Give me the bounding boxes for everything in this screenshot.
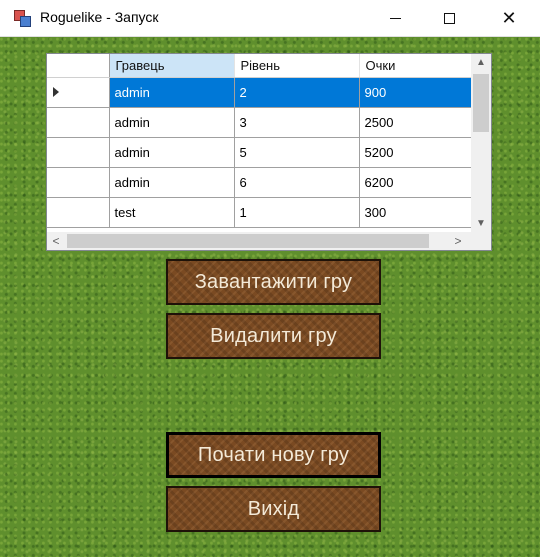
cell-score[interactable]: 900 [359, 77, 473, 108]
minimize-icon [389, 17, 401, 19]
cell-score[interactable]: 300 [359, 197, 473, 228]
cell-score[interactable]: 2500 [359, 107, 473, 138]
horizontal-scrollbar[interactable]: < > [47, 232, 471, 250]
cell-score[interactable]: 6200 [359, 167, 473, 198]
window-title: Roguelike - Запуск [40, 9, 159, 25]
load-game-button[interactable]: Завантажити гру [166, 259, 381, 305]
row-header[interactable] [47, 137, 110, 168]
scrollbar-corner [471, 232, 491, 250]
horizontal-scroll-thumb[interactable] [67, 234, 429, 248]
minimize-button[interactable] [372, 0, 418, 36]
table-row[interactable]: admin 2 900 [47, 77, 473, 108]
cell-level[interactable]: 5 [234, 137, 360, 168]
scroll-down-icon[interactable]: ▼ [471, 215, 491, 232]
app-icon [14, 10, 31, 27]
close-button[interactable]: ✕ [486, 0, 532, 36]
cell-player[interactable]: admin [109, 137, 235, 168]
vertical-scrollbar[interactable]: ▲ ▼ [471, 54, 491, 232]
scroll-right-icon[interactable]: > [449, 232, 467, 250]
maximize-button[interactable] [426, 0, 472, 36]
current-row-arrow-icon [53, 87, 59, 97]
table-row[interactable]: admin 6 6200 [47, 167, 473, 198]
cell-score[interactable]: 5200 [359, 137, 473, 168]
table-row[interactable]: test 1 300 [47, 197, 473, 228]
delete-game-button[interactable]: Видалити гру [166, 313, 381, 359]
column-header-score[interactable]: Очки [359, 54, 473, 78]
cell-player[interactable]: admin [109, 167, 235, 198]
row-header[interactable] [47, 77, 110, 108]
grid-header-row: Гравець Рівень Очки [47, 54, 473, 78]
cell-player[interactable]: admin [109, 77, 235, 108]
scroll-left-icon[interactable]: < [47, 232, 65, 250]
saves-grid[interactable]: Гравець Рівень Очки admin 2 900 admin 3 … [46, 53, 492, 251]
row-header[interactable] [47, 167, 110, 198]
row-header[interactable] [47, 197, 110, 228]
cell-level[interactable]: 6 [234, 167, 360, 198]
cell-level[interactable]: 3 [234, 107, 360, 138]
table-row[interactable]: admin 5 5200 [47, 137, 473, 168]
row-header[interactable] [47, 107, 110, 138]
maximize-icon [443, 12, 455, 24]
table-row[interactable]: admin 3 2500 [47, 107, 473, 138]
grass-background: Гравець Рівень Очки admin 2 900 admin 3 … [0, 37, 540, 557]
title-bar: Roguelike - Запуск ✕ [0, 0, 540, 37]
exit-button[interactable]: Вихід [166, 486, 381, 532]
column-header-player[interactable]: Гравець [109, 54, 235, 78]
cell-level[interactable]: 2 [234, 77, 360, 108]
cell-level[interactable]: 1 [234, 197, 360, 228]
cell-player[interactable]: test [109, 197, 235, 228]
close-icon: ✕ [501, 8, 517, 28]
column-header-level[interactable]: Рівень [234, 54, 360, 78]
scroll-up-icon[interactable]: ▲ [471, 54, 491, 71]
cell-player[interactable]: admin [109, 107, 235, 138]
new-game-button[interactable]: Почати нову гру [166, 432, 381, 478]
grid-corner-header[interactable] [47, 54, 110, 78]
vertical-scroll-thumb[interactable] [473, 74, 489, 132]
